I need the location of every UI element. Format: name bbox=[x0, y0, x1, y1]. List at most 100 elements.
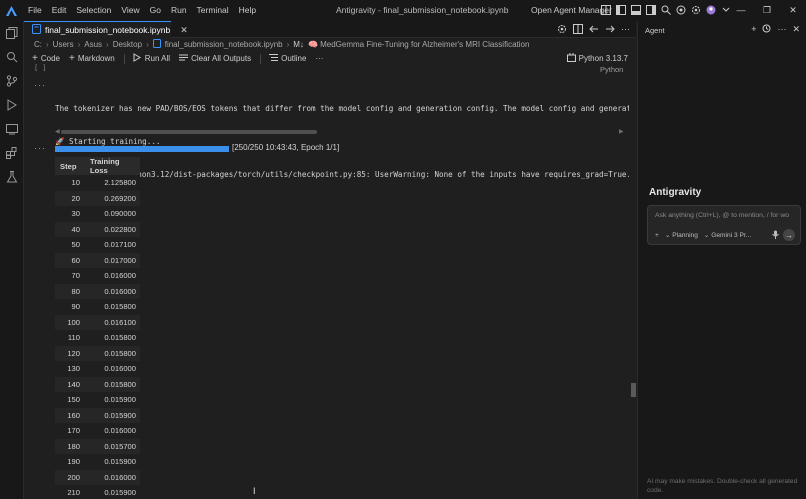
output-horizontal-scrollbar[interactable]: ◀ ▶ bbox=[55, 128, 625, 135]
microphone-icon[interactable] bbox=[772, 230, 779, 241]
remote-explorer-icon[interactable] bbox=[6, 123, 18, 135]
testing-flask-icon[interactable] bbox=[6, 171, 18, 183]
menu-file[interactable]: File bbox=[23, 0, 47, 21]
step-cell: 80 bbox=[55, 283, 85, 299]
step-cell: 30 bbox=[55, 206, 85, 222]
table-row: 100 0.016100 bbox=[55, 314, 140, 330]
settings-gear-icon[interactable] bbox=[690, 4, 702, 16]
send-button[interactable]: → bbox=[783, 229, 795, 241]
more-actions-icon[interactable]: ··· bbox=[777, 24, 786, 35]
mode-dropdown[interactable]: ⌄ Planning bbox=[665, 231, 698, 239]
menu-bar: File Edit Selection View Go Run Terminal… bbox=[23, 0, 261, 21]
account-avatar-icon[interactable] bbox=[705, 4, 717, 16]
editor-actions: ··· bbox=[557, 24, 630, 36]
markdown-button-label: Markdown bbox=[77, 54, 115, 63]
menu-edit[interactable]: Edit bbox=[47, 0, 72, 21]
editor-vertical-scrollbar[interactable] bbox=[631, 383, 636, 397]
breadcrumb-asus[interactable]: Asus bbox=[84, 40, 102, 49]
toggle-panel-icon[interactable] bbox=[630, 4, 642, 16]
toggle-sidebar-icon[interactable] bbox=[615, 4, 627, 16]
output-line: /usr/local/lib/python3.12/dist-packages/… bbox=[55, 170, 629, 179]
add-context-icon[interactable]: + bbox=[655, 232, 659, 239]
step-cell: 60 bbox=[55, 252, 85, 268]
table-row: 180 0.015700 bbox=[55, 438, 140, 454]
breadcrumb-drive[interactable]: C: bbox=[34, 40, 42, 49]
arrow-left-icon[interactable] bbox=[589, 24, 599, 36]
table-row: 50 0.017100 bbox=[55, 237, 140, 253]
output-actions-icon[interactable]: ··· bbox=[34, 143, 46, 153]
outline-button[interactable]: Outline bbox=[269, 53, 306, 64]
loss-cell: 0.015900 bbox=[85, 392, 140, 408]
more-actions-icon[interactable]: ··· bbox=[315, 54, 323, 63]
new-chat-icon[interactable]: + bbox=[751, 24, 756, 35]
menu-go[interactable]: Go bbox=[145, 0, 166, 21]
table-row: 10 2.125800 bbox=[55, 175, 140, 191]
close-tab-icon[interactable]: ✕ bbox=[180, 25, 188, 36]
run-all-icon bbox=[133, 53, 142, 64]
agent-chat-box: Ask anything (Ctrl+L), @ to mention, / f… bbox=[647, 205, 801, 245]
gear-icon[interactable] bbox=[557, 24, 567, 36]
model-dropdown[interactable]: ⌄ Gemini 3 Pr... bbox=[704, 231, 751, 239]
close-panel-icon[interactable]: ✕ bbox=[792, 24, 800, 35]
agent-panel: Agent + ··· ✕ Antigravity Ask anything (… bbox=[637, 21, 806, 499]
layout-icons bbox=[600, 4, 732, 16]
minimize-button[interactable]: — bbox=[728, 0, 754, 21]
clear-all-outputs-button[interactable]: Clear All Outputs bbox=[179, 53, 251, 64]
scroll-left-icon[interactable]: ◀ bbox=[55, 128, 60, 135]
cell-language-label[interactable]: Python bbox=[600, 65, 623, 74]
menu-help[interactable]: Help bbox=[234, 0, 261, 21]
run-debug-icon[interactable] bbox=[6, 99, 18, 111]
toggle-secondary-sidebar-icon[interactable] bbox=[645, 4, 657, 16]
run-all-button[interactable]: Run All bbox=[133, 53, 170, 64]
loss-cell: 0.015800 bbox=[85, 345, 140, 361]
arrow-right-icon[interactable] bbox=[605, 24, 615, 36]
loss-cell: 0.269200 bbox=[85, 190, 140, 206]
restore-button[interactable]: ❐ bbox=[754, 0, 780, 21]
column-header-step: Step bbox=[55, 157, 85, 175]
breadcrumb-users[interactable]: Users bbox=[53, 40, 74, 49]
table-row: 90 0.015800 bbox=[55, 299, 140, 315]
tab-notebook[interactable]: final_submission_notebook.ipynb ✕ bbox=[24, 21, 188, 38]
menu-view[interactable]: View bbox=[116, 0, 144, 21]
search-icon[interactable] bbox=[660, 4, 672, 16]
table-row: 120 0.015800 bbox=[55, 345, 140, 361]
loss-cell: 0.016000 bbox=[85, 469, 140, 485]
scrollbar-thumb[interactable] bbox=[61, 130, 317, 134]
breadcrumb-file[interactable]: final_submission_notebook.ipynb bbox=[165, 40, 283, 49]
table-row: 80 0.016000 bbox=[55, 283, 140, 299]
explorer-icon[interactable] bbox=[6, 27, 18, 39]
history-icon[interactable] bbox=[762, 24, 771, 35]
plus-icon: + bbox=[32, 53, 38, 64]
antigravity-logo-icon[interactable] bbox=[0, 0, 22, 21]
step-cell: 90 bbox=[55, 299, 85, 315]
kernel-picker[interactable]: Python 3.13.7 bbox=[566, 53, 628, 64]
split-editor-icon[interactable] bbox=[573, 24, 583, 36]
add-markdown-cell-button[interactable]: + Markdown bbox=[69, 53, 115, 64]
notebook-file-icon bbox=[152, 39, 161, 50]
scroll-right-icon[interactable]: ▶ bbox=[619, 128, 624, 135]
run-all-label: Run All bbox=[144, 54, 171, 63]
search-icon[interactable] bbox=[6, 51, 18, 63]
extensions-icon[interactable] bbox=[675, 4, 687, 16]
output-actions-icon[interactable]: ··· bbox=[34, 80, 46, 90]
loss-cell: 0.017100 bbox=[85, 237, 140, 253]
step-cell: 40 bbox=[55, 221, 85, 237]
agent-prompt-input[interactable]: Ask anything (Ctrl+L), @ to mention, / f… bbox=[655, 212, 797, 219]
menu-selection[interactable]: Selection bbox=[71, 0, 116, 21]
menu-terminal[interactable]: Terminal bbox=[192, 0, 234, 21]
close-window-button[interactable]: ✕ bbox=[780, 0, 806, 21]
output-line: The tokenizer has new PAD/BOS/EOS tokens… bbox=[55, 104, 629, 113]
breadcrumb-desktop[interactable]: Desktop bbox=[113, 40, 142, 49]
add-code-cell-button[interactable]: + Code bbox=[32, 53, 60, 64]
breadcrumb-heading[interactable]: 🧠 MedGemma Fine-Tuning for Alzheimer's M… bbox=[308, 40, 529, 49]
step-cell: 10 bbox=[55, 175, 85, 191]
more-actions-icon[interactable]: ··· bbox=[621, 24, 630, 36]
source-control-icon[interactable] bbox=[6, 75, 18, 87]
table-row: 160 0.015900 bbox=[55, 407, 140, 423]
toolbar-divider bbox=[123, 53, 125, 64]
menu-run[interactable]: Run bbox=[166, 0, 192, 21]
layout-customize-icon[interactable] bbox=[600, 4, 612, 16]
extensions-icon[interactable] bbox=[6, 147, 18, 159]
outline-icon bbox=[269, 53, 279, 64]
loss-cell: 0.090000 bbox=[85, 206, 140, 222]
